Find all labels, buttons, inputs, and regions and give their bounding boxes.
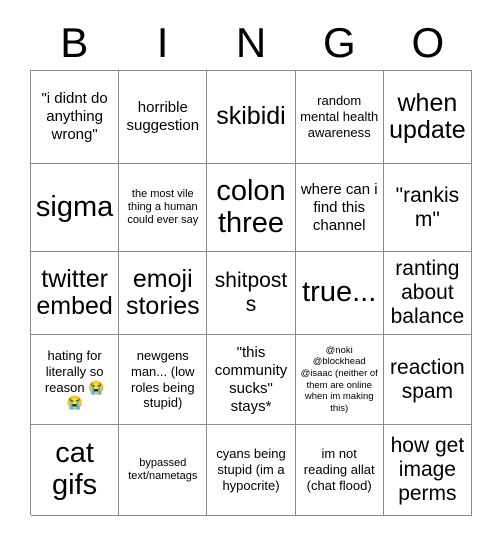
bingo-cell-label: cat gifs — [52, 437, 98, 501]
bingo-cell-label: newgens man... (low roles being stupid) — [130, 347, 195, 411]
bingo-cell[interactable]: cat gifs — [31, 425, 120, 516]
bingo-cell[interactable]: skibidi — [207, 71, 296, 164]
bingo-header-letter: O — [411, 19, 445, 66]
bingo-cell-label: @noki @blockhead @isaac (neither of them… — [300, 344, 378, 414]
bingo-cell[interactable]: "i didnt do anything wrong" — [31, 71, 120, 164]
bingo-cell[interactable]: newgens man... (low roles being stupid) — [119, 335, 208, 425]
bingo-cell[interactable]: @noki @blockhead @isaac (neither of them… — [295, 335, 384, 425]
bingo-cell-label: emoji stories — [125, 264, 200, 320]
bingo-cell-label: bypassed text/nametags — [128, 456, 198, 482]
bingo-cell-label: cyans being stupid (im a hypocrite) — [216, 446, 286, 493]
bingo-cell-label: sigma — [35, 190, 114, 223]
bingo-cell[interactable]: twitter embed — [31, 252, 120, 335]
bingo-header: BINGO — [30, 16, 472, 70]
bingo-cell[interactable]: true... — [295, 252, 384, 335]
bingo-cell[interactable]: reaction spam — [383, 335, 472, 425]
bingo-cell[interactable]: "rankism" — [383, 164, 472, 252]
bingo-cell-label: "rankism" — [395, 183, 460, 231]
bingo-cell-label: where can i find this channel — [300, 180, 378, 234]
bingo-cell-label: horrible suggestion — [126, 99, 200, 134]
bingo-grid: "i didnt do anything wrong" horrible sugg… — [30, 70, 472, 516]
bingo-cell[interactable]: horrible suggestion — [119, 71, 208, 164]
bingo-cell-label: shitposts — [214, 269, 288, 316]
bingo-cell[interactable]: shitposts — [207, 252, 296, 335]
bingo-cell[interactable]: colon three — [207, 164, 296, 252]
bingo-cell-label: im not reading allat (chat flood) — [303, 446, 375, 493]
bingo-cell[interactable]: ranting about balance — [383, 252, 472, 335]
bingo-cell-label: random mental health awareness — [300, 93, 379, 140]
bingo-cell[interactable]: "this community sucks" stays* — [207, 335, 296, 425]
bingo-cell-label: when update — [389, 88, 466, 144]
bingo-header-letter: G — [323, 19, 356, 66]
bingo-cell-label: "i didnt do anything wrong" — [41, 90, 108, 143]
bingo-cell[interactable]: bypassed text/nametags — [119, 425, 208, 516]
bingo-header-letter: B — [60, 19, 89, 66]
bingo-cell[interactable]: cyans being stupid (im a hypocrite) — [207, 425, 296, 516]
bingo-cell[interactable]: hating for literally so reason 😭 😭 — [31, 335, 120, 425]
bingo-header-letter: I — [156, 19, 169, 66]
bingo-cell-label: the most vile thing a human could ever s… — [127, 187, 199, 227]
bingo-cell-label: how get image perms — [390, 434, 465, 505]
bingo-cell[interactable]: when update — [383, 71, 472, 164]
bingo-cell-label: true... — [302, 276, 377, 309]
bingo-cell-label: skibidi — [216, 102, 286, 131]
bingo-cell[interactable]: random mental health awareness — [295, 71, 384, 164]
bingo-cell[interactable]: im not reading allat (chat flood) — [295, 425, 384, 516]
bingo-cell-label: colon three — [216, 174, 286, 239]
bingo-cell[interactable]: the most vile thing a human could ever s… — [119, 164, 208, 252]
bingo-cell-label: "this community sucks" stays* — [214, 343, 288, 415]
bingo-cell-label: ranting about balance — [390, 257, 465, 328]
bingo-cell[interactable]: sigma — [31, 164, 120, 252]
bingo-cell[interactable]: how get image perms — [383, 425, 472, 516]
bingo-cell-label: twitter embed — [36, 264, 113, 320]
bingo-cell-label: hating for literally so reason 😭 😭 — [44, 347, 105, 411]
bingo-card: B I N G O "i didnt do anything wrong" horribl… — [0, 0, 500, 544]
bingo-cell-label: reaction spam — [390, 355, 465, 403]
bingo-cell[interactable]: where can i find this channel — [295, 164, 384, 252]
bingo-cell[interactable]: emoji stories — [119, 252, 208, 335]
bingo-header-letter: N — [235, 19, 267, 66]
